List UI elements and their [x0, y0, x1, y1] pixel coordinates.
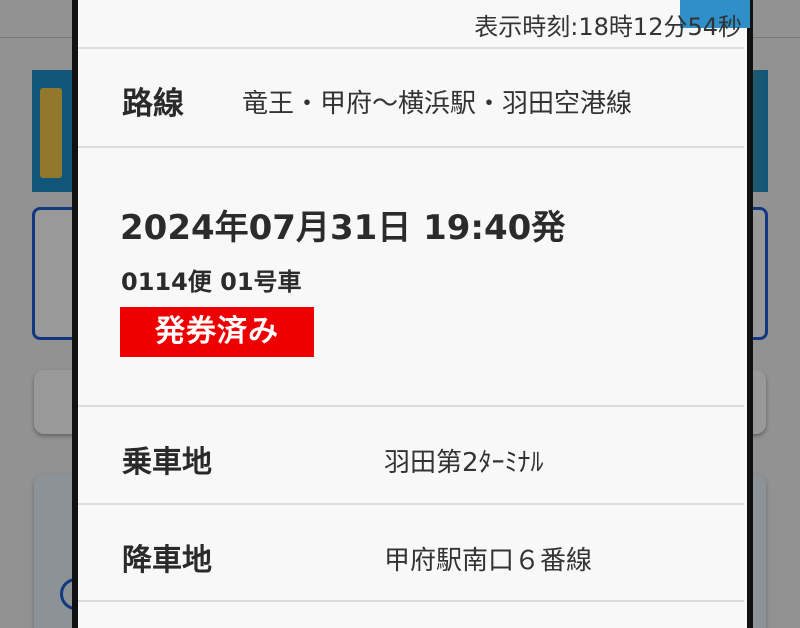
alighting-label: 降車地: [122, 543, 212, 578]
display-time: 表示時刻:18時12分54秒: [474, 13, 742, 41]
route-value: 竜王・甲府～横浜駅・羽田空港線: [242, 89, 633, 119]
ticket-status-badge: 発券済み: [120, 307, 314, 357]
departure-datetime: 2024年07月31日 19:40発: [120, 208, 566, 248]
divider: [78, 503, 744, 505]
bus-number: 0114便 01号車: [121, 268, 302, 296]
divider: [78, 405, 744, 407]
divider: [78, 146, 744, 148]
route-label: 路線: [122, 86, 184, 122]
boarding-value: 羽田第2ﾀｰﾐﾅﾙ: [384, 448, 544, 478]
alighting-value: 甲府駅南口６番線: [384, 546, 593, 576]
divider: [78, 600, 744, 602]
divider: [78, 47, 744, 49]
boarding-label: 乗車地: [122, 445, 212, 480]
